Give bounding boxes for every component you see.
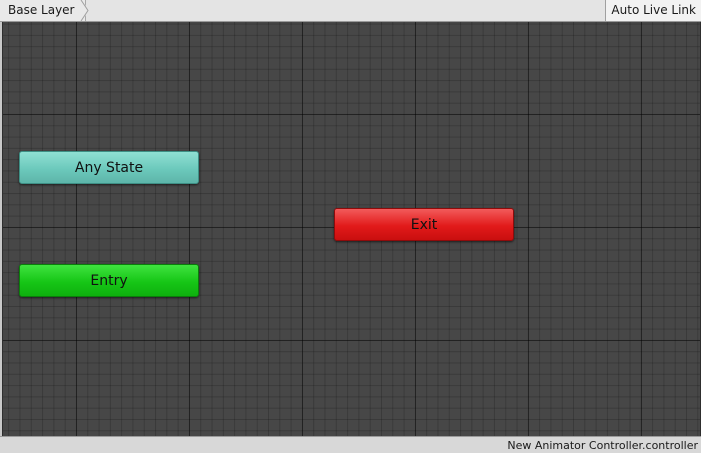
animator-toolbar: Base Layer Auto Live Link <box>0 0 701 22</box>
animator-window: Base Layer Auto Live Link Any State Exit… <box>0 0 701 453</box>
auto-live-link-button[interactable]: Auto Live Link <box>605 0 701 21</box>
controller-file-name: New Animator Controller.controller <box>507 439 698 452</box>
any-state-label: Any State <box>74 159 144 176</box>
entry-node[interactable]: Entry <box>19 264 199 297</box>
entry-label: Entry <box>90 272 128 289</box>
state-machine-graph[interactable]: Any State Exit Entry <box>2 22 701 436</box>
exit-node[interactable]: Exit <box>334 208 514 241</box>
chevron-right-icon <box>76 0 89 21</box>
breadcrumb: Base Layer <box>0 0 86 21</box>
any-state-node[interactable]: Any State <box>19 151 199 184</box>
exit-label: Exit <box>410 216 438 233</box>
breadcrumb-base-layer[interactable]: Base Layer <box>0 0 86 21</box>
status-bar: New Animator Controller.controller <box>0 436 701 453</box>
